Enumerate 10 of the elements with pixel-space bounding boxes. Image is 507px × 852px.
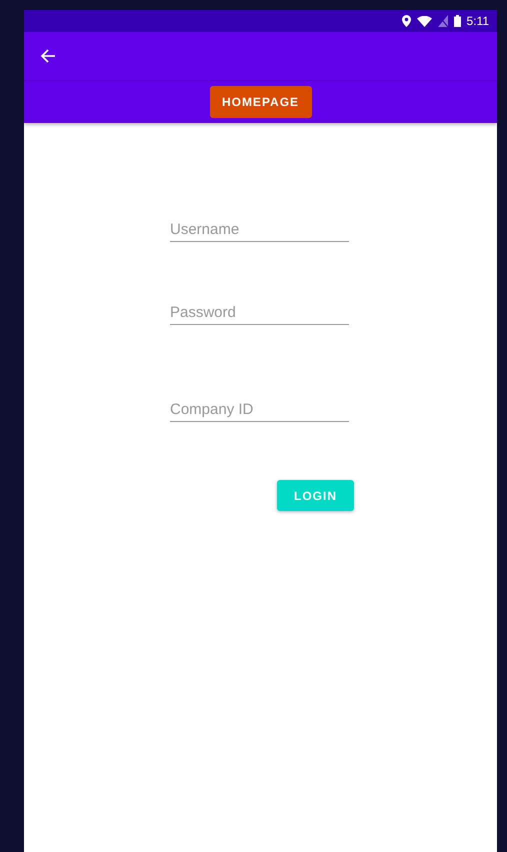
no-signal-icon	[438, 15, 448, 27]
status-time: 5:11	[466, 14, 489, 28]
location-icon	[402, 15, 411, 27]
wifi-icon	[416, 16, 432, 26]
back-arrow-icon[interactable]	[40, 49, 56, 63]
homepage-button[interactable]: HOMEPAGE	[210, 86, 312, 118]
input-field[interactable]: Company ID	[170, 401, 349, 422]
input-field[interactable]: Password	[170, 304, 349, 325]
battery-icon	[454, 15, 461, 27]
input-field[interactable]: Username	[170, 221, 349, 242]
